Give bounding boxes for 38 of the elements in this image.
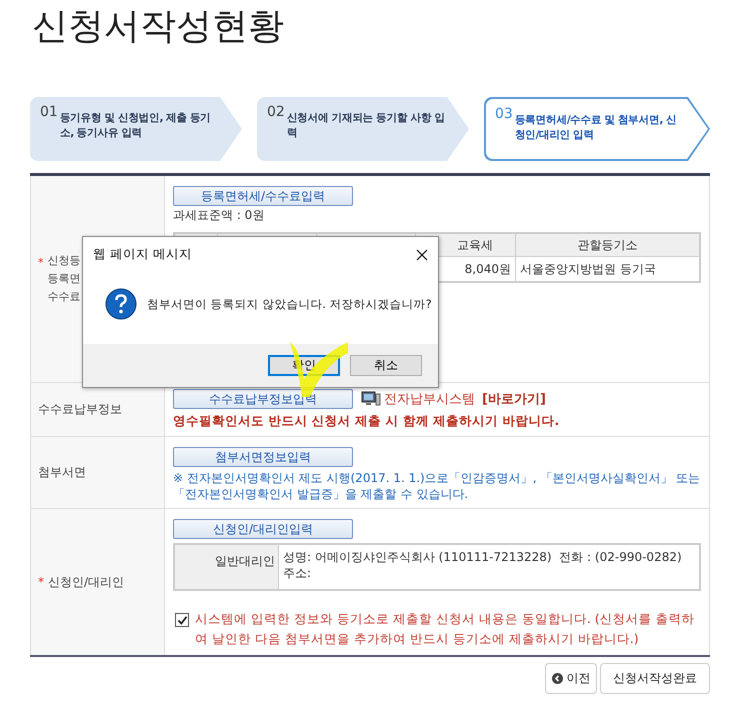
dialog-button[interactable]: 취소 (350, 355, 422, 376)
tax-base-text: 과세표준액 : 0원 (173, 207, 266, 224)
input-button[interactable]: 수수료납부정보입력 (173, 389, 353, 409)
dialog-message: 첨부서면이 등록되지 않았습니다. 저장하시겠습니까? (147, 296, 432, 312)
agent-type-label: 일반대리인 (175, 545, 279, 589)
footer-button[interactable]: 이전 (545, 663, 597, 694)
step-label: 등기유형 및 신청법인, 제출 등기소, 등기사유 입력 (60, 111, 212, 141)
footer-button[interactable]: 신청서작성완료 (600, 663, 710, 694)
row-label: 신청등 등록면 수수료 (48, 253, 80, 305)
shortcut-link[interactable]: [바로가기] (482, 390, 546, 408)
back-icon (552, 673, 562, 684)
page-title: 신청서작성현황 (31, 5, 285, 49)
input-button[interactable]: 등록면허세/수수료입력 (173, 186, 353, 206)
row-label: 수수료납부정보 (38, 401, 122, 418)
payment-system-link[interactable]: 전자납부시스템 (384, 390, 475, 408)
notice-text: ※ 전자본인서명확인서 제도 시행(2017. 1. 1.)으로「인감증명서」, 「본인서명사실확인서」 또는 「전자본인서명확인서 발급증」을 제출할 수 있습니다. (173, 470, 701, 502)
confirm-text: 시스템에 입력한 정보와 등기소로 제출할 신청서 내용은 동일합니다. (신청서를 출력하여 날인한 다음 첨부서면을 추가하여 반드시 등기소에 제출하시기 바랍니다.) (195, 610, 696, 648)
row-label: 첨부서면 (38, 464, 86, 481)
agent-info-text: 성명: 어메이징샤인주식회사 (110111-7213228) 전화 : (02-990-0282) (283, 549, 682, 565)
column-header: 관할등기소 (516, 233, 700, 256)
dialog-title: 웹 페이지 메시지 (93, 246, 192, 263)
step-number: 03 (495, 106, 513, 122)
step-number: 01 (40, 104, 58, 120)
row-label: 신청인/대리인 (48, 574, 124, 590)
table-cell: 서울중앙지방법원 등기국 (516, 256, 700, 282)
question-icon (105, 288, 137, 320)
step-label: 신청서에 기재되는 등기할 사항 입력 (286, 111, 446, 141)
step-label: 등록면허세/수수료 및 첨부서면, 신청인/대리인 입력 (514, 113, 678, 143)
checkbox[interactable] (175, 613, 189, 627)
required-asterisk: * (38, 256, 44, 268)
input-button[interactable]: 신청인/대리인입력 (173, 519, 353, 539)
notice-text: 영수필확인서도 반드시 신청서 제출 시 함께 제출하시기 바랍니다. (173, 413, 560, 430)
close-icon[interactable] (416, 248, 428, 260)
input-button[interactable]: 첨부서면정보입력 (173, 447, 353, 467)
agent-info-text: 주소: (283, 565, 312, 581)
computer-icon (361, 391, 381, 408)
required-asterisk: * (38, 575, 44, 589)
step-number: 02 (267, 104, 285, 120)
